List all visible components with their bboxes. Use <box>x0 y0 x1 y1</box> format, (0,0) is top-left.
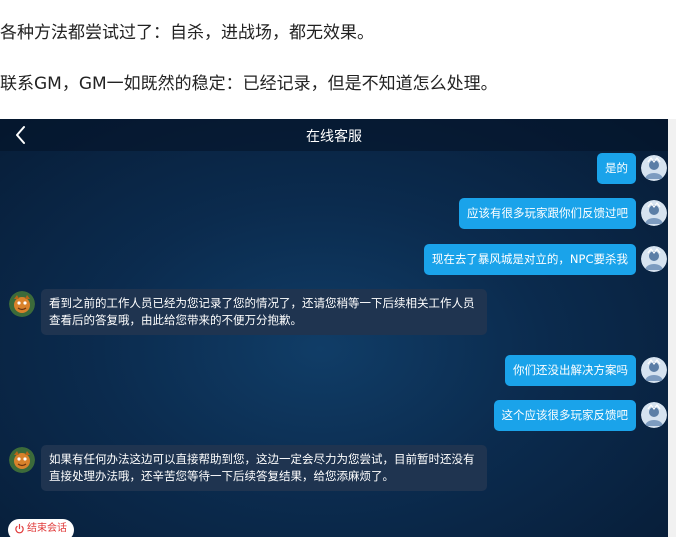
power-icon <box>15 523 24 534</box>
chat-message-user: 应该有很多玩家跟你们反馈过吧 <box>0 198 668 232</box>
chat-message-user: 你们还没出解决方案吗 <box>0 355 668 389</box>
user-avatar-icon <box>641 357 667 383</box>
message-bubble: 你们还没出解决方案吗 <box>505 355 636 386</box>
user-avatar-icon <box>641 246 667 272</box>
user-avatar-icon <box>641 155 667 181</box>
message-bubble: 应该有很多玩家跟你们反馈过吧 <box>459 198 636 229</box>
message-bubble: 是的 <box>597 153 636 184</box>
message-line: 查看后的答复哦，由此给您带来的不便万分抱歉。 <box>49 313 302 327</box>
chat-message-user: 这个应该很多玩家反馈吧 <box>0 400 668 434</box>
message-bubble: 这个应该很多玩家反馈吧 <box>493 400 636 431</box>
message-line: 直接处理办法哦，还辛苦您等待一下后续答复结果，给您添麻烦了。 <box>49 469 394 483</box>
message-bubble: 如果有任何办法这边可以直接帮助到您，这边一定会尽力为您尝试，目前暂时还没有 直接… <box>41 445 487 491</box>
chat-message-user: 现在去了暴风城是对立的，NPC要杀我 <box>0 244 668 278</box>
end-session-button[interactable]: 结束会话 <box>8 519 74 537</box>
page-scroll-edge <box>668 119 676 537</box>
article-text: 各种方法都尝试过了：自杀，进战场，都无效果。 联系GM，GM一如既然的稳定：已经… <box>0 0 676 119</box>
article-paragraph-1: 各种方法都尝试过了：自杀，进战场，都无效果。 <box>0 23 374 43</box>
chat-message-user: 是的 <box>0 153 668 187</box>
end-session-label: 结束会话 <box>27 523 67 534</box>
user-avatar-icon <box>641 200 667 226</box>
chat-message-agent: 如果有任何办法这边可以直接帮助到您，这边一定会尽力为您尝试，目前暂时还没有 直接… <box>0 445 668 501</box>
article-paragraph-2: 联系GM，GM一如既然的稳定：已经记录，但是不知道怎么处理。 <box>0 74 498 94</box>
agent-avatar-icon <box>9 447 35 473</box>
message-bubble: 看到之前的工作人员已经为您记录了您的情况了，还请您稍等一下后续相关工作人员 查看… <box>41 289 487 335</box>
chat-screenshot: 在线客服 是的 应该有很多玩家跟你们反馈过吧 现在去了暴风城是对立的，NPC要杀… <box>0 119 668 537</box>
chat-header: 在线客服 <box>0 119 668 151</box>
message-line: 看到之前的工作人员已经为您记录了您的情况了，还请您稍等一下后续相关工作人员 <box>49 296 475 310</box>
agent-avatar-icon <box>9 291 35 317</box>
chat-message-agent: 看到之前的工作人员已经为您记录了您的情况了，还请您稍等一下后续相关工作人员 查看… <box>0 289 668 345</box>
message-bubble: 现在去了暴风城是对立的，NPC要杀我 <box>423 244 636 275</box>
message-line: 如果有任何办法这边可以直接帮助到您，这边一定会尽力为您尝试，目前暂时还没有 <box>49 452 475 466</box>
chat-title: 在线客服 <box>306 129 362 145</box>
user-avatar-icon <box>641 402 667 428</box>
